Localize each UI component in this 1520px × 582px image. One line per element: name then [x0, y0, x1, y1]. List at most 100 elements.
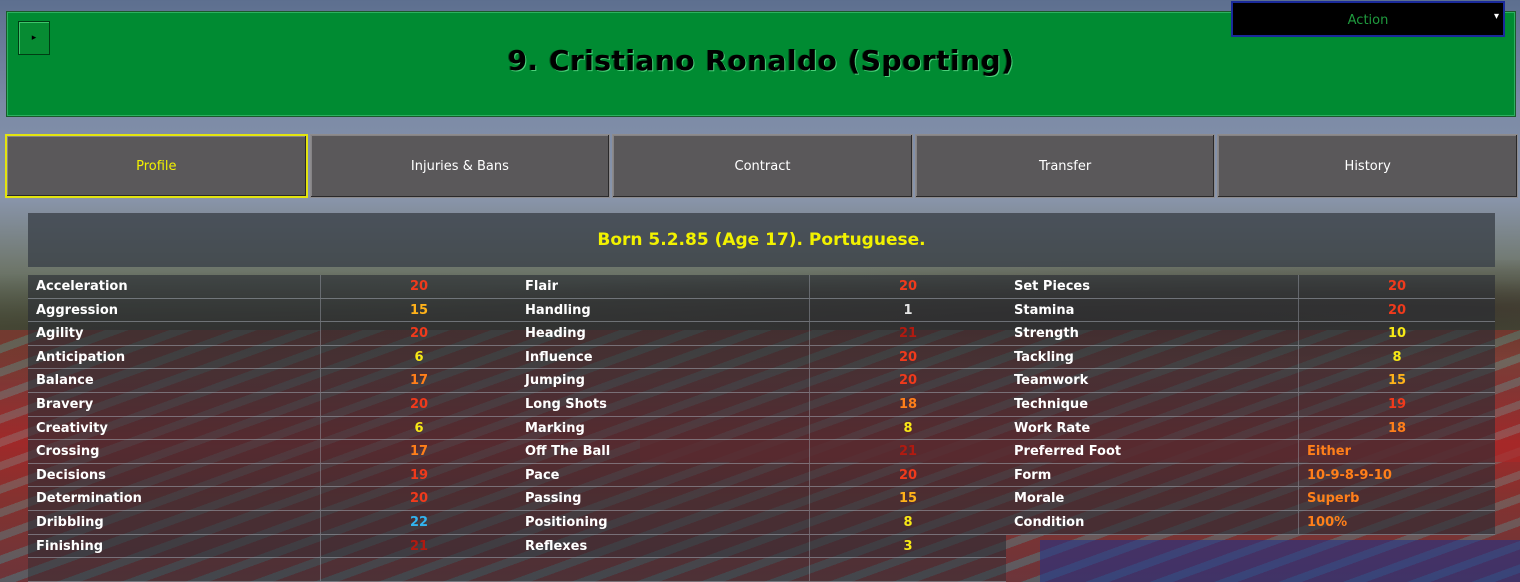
attribute-label: Anticipation — [28, 345, 321, 369]
attribute-value: 8 — [1392, 349, 1402, 365]
attribute-value: 20 — [409, 279, 429, 294]
attribute-value: 1 — [903, 302, 913, 318]
attribute-value: 19 — [409, 467, 429, 483]
attribute-value: 20 — [898, 349, 918, 365]
attribute-label: Passing — [517, 487, 810, 510]
attribute-label: Flair — [517, 275, 810, 298]
attribute-row: Handling 1 — [517, 298, 1006, 323]
attribute-row: Pace 20 — [517, 463, 1006, 488]
attribute-value: 15 — [1387, 373, 1407, 389]
attribute-label — [517, 558, 810, 581]
attribute-value: 18 — [898, 396, 918, 412]
attribute-value: Superb — [1307, 491, 1360, 507]
attribute-value: 21 — [898, 326, 918, 342]
tab-transfer[interactable]: Transfer — [914, 134, 1216, 198]
attribute-row: Anticipation 6 — [28, 345, 517, 370]
attribute-label: Bravery — [28, 392, 321, 416]
attribute-value: 21 — [409, 538, 429, 554]
attribute-label: Dribbling — [28, 510, 321, 534]
attribute-label: Heading — [517, 322, 810, 345]
attribute-label: Determination — [28, 487, 321, 510]
attribute-row — [28, 558, 517, 582]
attribute-label: Technique — [1006, 392, 1299, 416]
attribute-value: 20 — [898, 279, 918, 294]
attribute-label: Morale — [1006, 487, 1299, 510]
attribute-row: Reflexes 3 — [517, 534, 1006, 559]
attribute-label: Pace — [517, 463, 810, 487]
action-dropdown-label: Action — [1347, 13, 1389, 28]
attribute-value: 15 — [898, 491, 918, 507]
attribute-label: Form — [1006, 463, 1299, 487]
attribute-row: Marking 8 — [517, 416, 1006, 441]
attribute-row: Technique 19 — [1006, 392, 1495, 417]
attribute-label: Off The Ball — [517, 440, 810, 463]
attribute-row: Creativity 6 — [28, 416, 517, 441]
attribute-value: 21 — [898, 444, 918, 460]
attribute-row: Aggression 15 — [28, 298, 517, 323]
attribute-label: Tackling — [1006, 345, 1299, 369]
attribute-value: 20 — [409, 491, 429, 507]
tab-injuries-bans[interactable]: Injuries & Bans — [309, 134, 611, 198]
attribute-row: Decisions 19 — [28, 463, 517, 488]
tab-history[interactable]: History — [1217, 134, 1518, 198]
attribute-label: Condition — [1006, 510, 1299, 534]
attribute-row: Jumping 20 — [517, 369, 1006, 393]
attribute-label: Marking — [517, 416, 810, 440]
attribute-row: Heading 21 — [517, 322, 1006, 346]
profile-panel: Born 5.2.85 (Age 17). Portuguese. Accele… — [28, 213, 1495, 582]
attributes-column-2: Flair 20 Handling 1 Heading 21 Influence 20 Jump… — [517, 275, 1006, 582]
attribute-value: 18 — [1387, 420, 1407, 436]
triangle-right-icon: ▸ — [31, 33, 37, 43]
attribute-row: Flair 20 — [517, 275, 1006, 299]
attribute-value: 17 — [409, 373, 429, 389]
attribute-row: Stamina 20 — [1006, 298, 1495, 323]
attribute-row: Set Pieces 20 — [1006, 275, 1495, 299]
attribute-row: Work Rate 18 — [1006, 416, 1495, 441]
tab-profile[interactable]: Profile — [5, 134, 308, 198]
attribute-row: Dribbling 22 — [28, 510, 517, 535]
action-dropdown[interactable]: Action ▾ — [1231, 1, 1505, 37]
attribute-row: Balance 17 — [28, 369, 517, 393]
attribute-label: Decisions — [28, 463, 321, 487]
attribute-label: Work Rate — [1006, 416, 1299, 440]
attribute-label: Stamina — [1006, 298, 1299, 322]
attribute-value: 20 — [409, 396, 429, 412]
attribute-row — [517, 558, 1006, 582]
attribute-row: Long Shots 18 — [517, 392, 1006, 417]
attribute-label: Long Shots — [517, 392, 810, 416]
attribute-value — [810, 558, 1006, 581]
attribute-row: Condition 100% — [1006, 510, 1495, 535]
attribute-value: 10-9-8-9-10 — [1307, 467, 1392, 483]
attribute-row: Crossing 17 — [28, 440, 517, 464]
attributes-grid: Acceleration 20 Aggression 15 Agility 20 Antic… — [28, 275, 1495, 582]
attribute-row: Preferred Foot Either — [1006, 440, 1495, 464]
attribute-label: Strength — [1006, 322, 1299, 345]
attribute-label: Creativity — [28, 416, 321, 440]
attribute-row: Agility 20 — [28, 322, 517, 346]
attribute-label: Preferred Foot — [1006, 440, 1299, 463]
attribute-value: 20 — [409, 326, 429, 342]
attribute-label: Balance — [28, 369, 321, 392]
attribute-value: Either — [1307, 444, 1352, 460]
attributes-column-3: Set Pieces 20 Stamina 20 Strength 10 Tackling 8… — [1006, 275, 1495, 582]
attribute-value: 17 — [409, 444, 429, 460]
attribute-label: Positioning — [517, 510, 810, 534]
attribute-value — [321, 558, 517, 581]
born-info: Born 5.2.85 (Age 17). Portuguese. — [28, 213, 1495, 267]
attribute-label: Influence — [517, 345, 810, 369]
attribute-value: 3 — [903, 538, 913, 554]
attribute-label — [28, 558, 321, 581]
attribute-row: Bravery 20 — [28, 392, 517, 417]
attribute-row: Tackling 8 — [1006, 345, 1495, 370]
tab-contract[interactable]: Contract — [612, 134, 913, 198]
attribute-row: Teamwork 15 — [1006, 369, 1495, 393]
attribute-row: Strength 10 — [1006, 322, 1495, 346]
attribute-value: 10 — [1387, 326, 1407, 342]
attribute-value: 20 — [1387, 302, 1407, 318]
attribute-row: Form 10-9-8-9-10 — [1006, 463, 1495, 488]
attribute-row: Determination 20 — [28, 487, 517, 511]
attribute-label: Handling — [517, 298, 810, 322]
attribute-value: 19 — [1387, 396, 1407, 412]
tab-bar: Profile Injuries & Bans Contract Transfe… — [5, 134, 1518, 198]
attribute-label: Agility — [28, 322, 321, 345]
